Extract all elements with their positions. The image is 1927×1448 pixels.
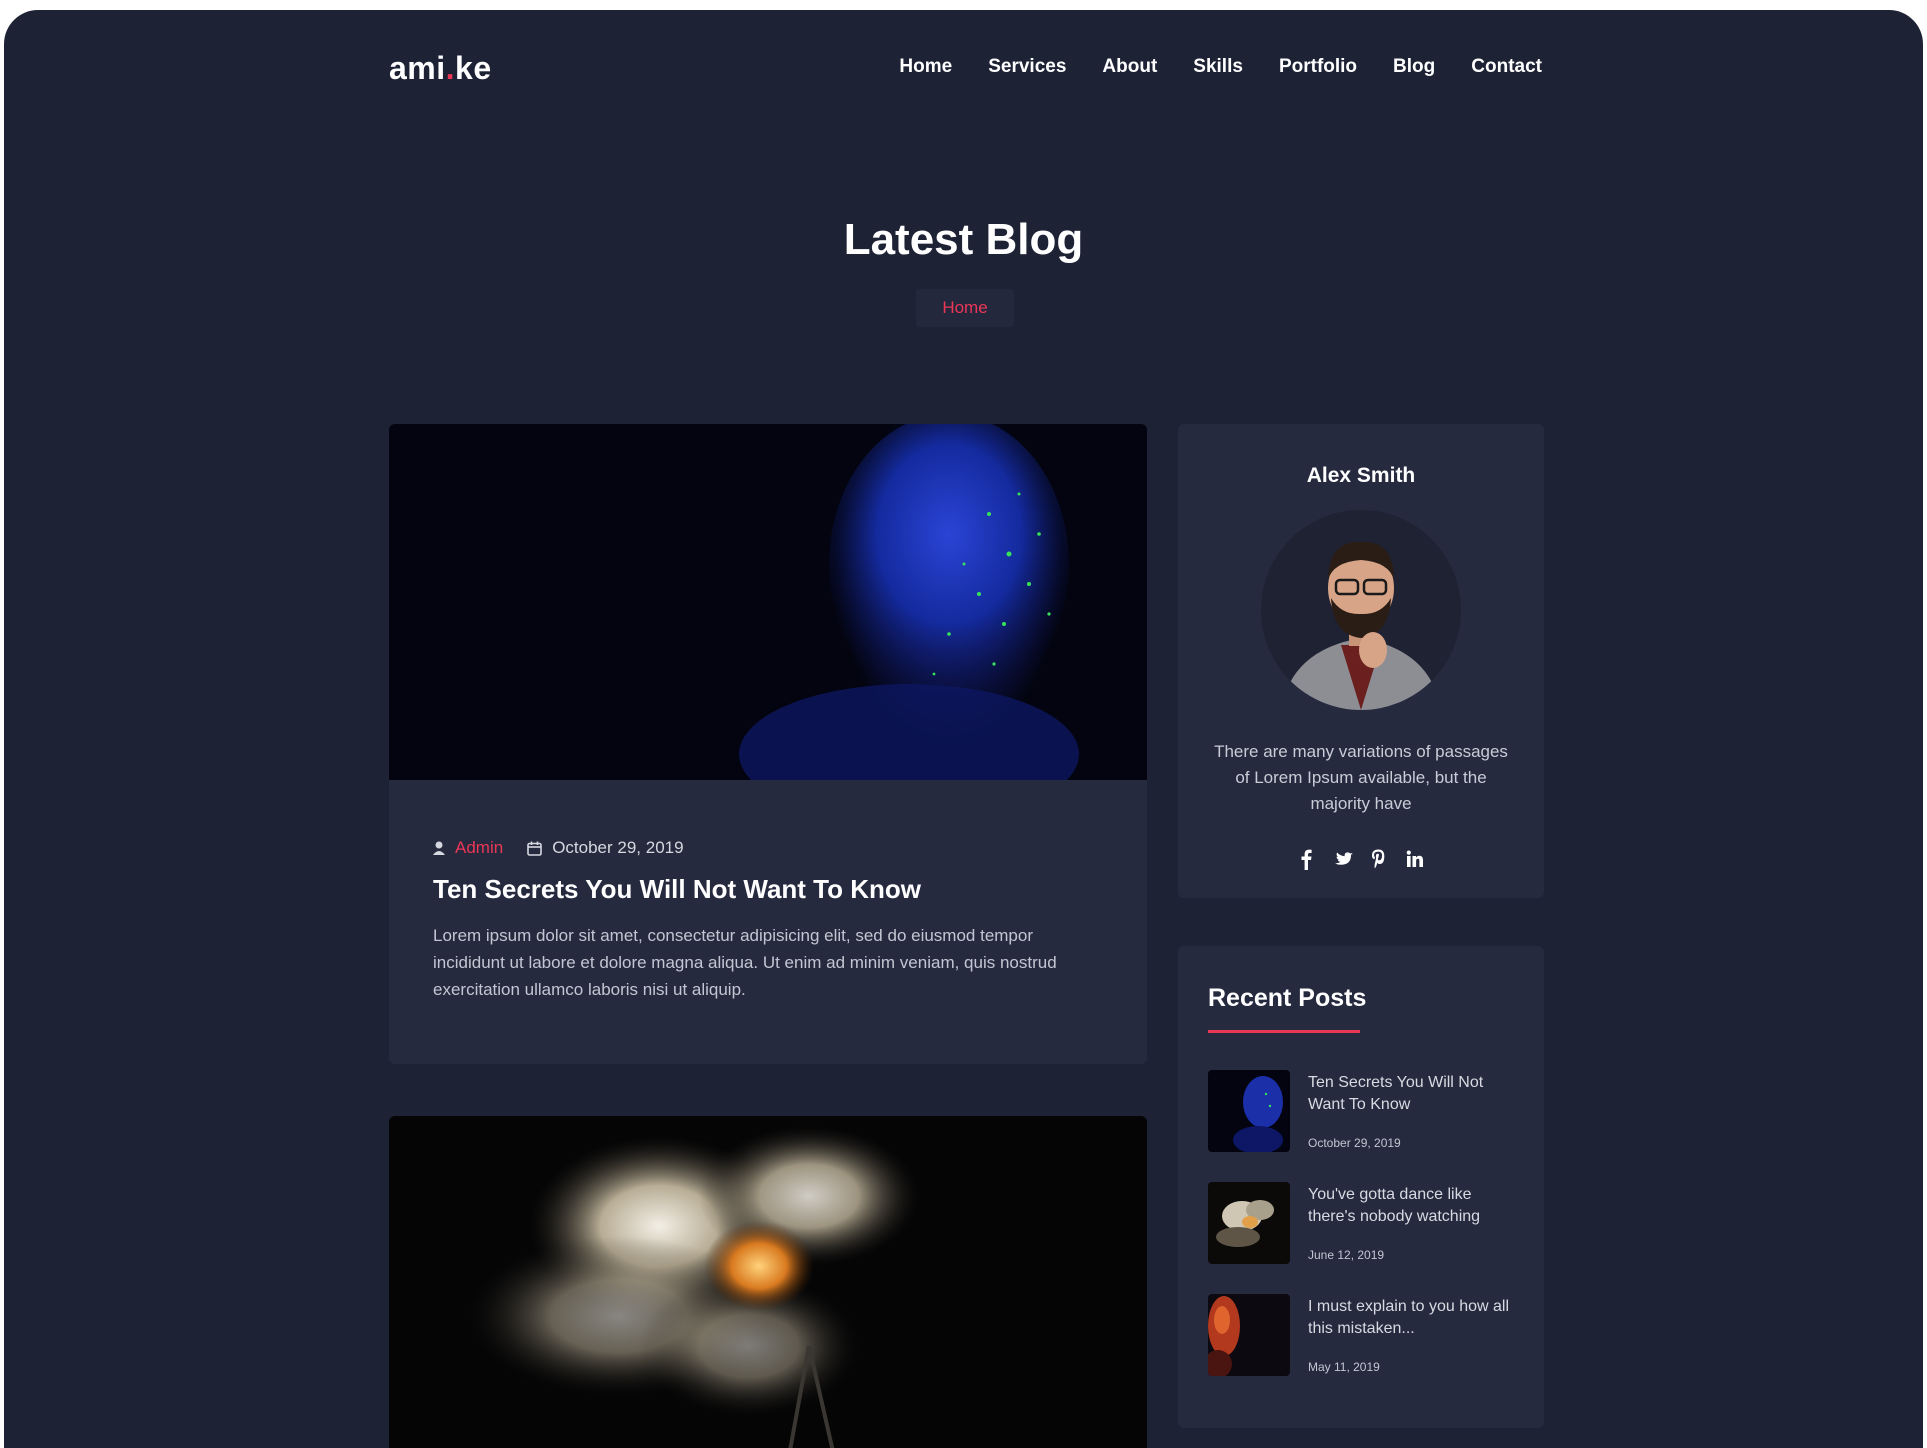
recent-post-title[interactable]: Ten Secrets You Will Not Want To Know: [1308, 1072, 1513, 1116]
recent-post-thumb: [1208, 1182, 1290, 1264]
social-links: [1178, 848, 1544, 870]
author-bio: There are many variations of passages of…: [1214, 742, 1508, 813]
post-image[interactable]: [389, 424, 1147, 780]
recent-post-item[interactable]: I must explain to you how all this mista…: [1208, 1294, 1528, 1376]
breadcrumb-home[interactable]: Home: [916, 289, 1014, 327]
logo-dot: .: [445, 50, 456, 86]
blog-post-card: Admin October 29, 2019 Ten Secrets You W…: [389, 424, 1147, 1064]
nav-portfolio[interactable]: Portfolio: [1279, 56, 1357, 78]
page-title: Latest Blog: [843, 215, 1084, 264]
author-widget: Alex Smith There are many variations of …: [1178, 424, 1544, 898]
recent-post-item[interactable]: You've gotta dance like there's nobody w…: [1208, 1182, 1528, 1264]
nav-about[interactable]: About: [1102, 56, 1157, 78]
logo-text-b: ke: [455, 50, 492, 86]
twitter-icon[interactable]: [1334, 848, 1353, 870]
post-title[interactable]: Ten Secrets You Will Not Want To Know: [433, 874, 921, 905]
post-meta: Admin October 29, 2019: [433, 838, 684, 858]
facebook-icon[interactable]: [1298, 848, 1316, 870]
post-image-2[interactable]: [389, 1116, 1147, 1448]
recent-posts-heading: Recent Posts: [1208, 984, 1367, 1012]
linkedin-icon[interactable]: [1406, 848, 1424, 870]
recent-post-date: May 11, 2019: [1308, 1360, 1380, 1374]
page-frame: ami.ke Home Services About Skills Portfo…: [4, 10, 1923, 1448]
user-icon: [433, 841, 445, 855]
avatar-image: [1261, 510, 1461, 710]
avatar: [1261, 510, 1461, 710]
site-logo[interactable]: ami.ke: [389, 50, 492, 87]
header: ami.ke Home Services About Skills Portfo…: [4, 10, 1923, 115]
author-name: Alex Smith: [1306, 464, 1416, 487]
nav-blog[interactable]: Blog: [1393, 56, 1435, 78]
heading-underline: [1208, 1030, 1360, 1033]
recent-post-thumb: [1208, 1294, 1290, 1376]
recent-post-item[interactable]: Ten Secrets You Will Not Want To Know Oc…: [1208, 1070, 1528, 1152]
recent-post-title[interactable]: I must explain to you how all this mista…: [1308, 1296, 1513, 1340]
blog-post-card-2: [389, 1116, 1147, 1448]
recent-posts-widget: Recent Posts Ten Secrets You Will Not Wa…: [1178, 946, 1544, 1428]
recent-post-date: June 12, 2019: [1308, 1248, 1385, 1262]
main-nav: Home Services About Skills Portfolio Blo…: [899, 56, 1542, 78]
recent-post-title[interactable]: You've gotta dance like there's nobody w…: [1308, 1184, 1513, 1228]
recent-post-thumb: [1208, 1070, 1290, 1152]
logo-text-a: ami: [389, 50, 446, 86]
pinterest-icon[interactable]: [1370, 848, 1388, 870]
nav-services[interactable]: Services: [988, 56, 1066, 78]
nav-contact[interactable]: Contact: [1471, 56, 1542, 78]
post-author[interactable]: Admin: [455, 838, 503, 858]
nav-home[interactable]: Home: [899, 56, 952, 78]
post-excerpt: Lorem ipsum dolor sit amet, consectetur …: [433, 926, 1057, 999]
post-image-art: [739, 424, 1079, 780]
nav-skills[interactable]: Skills: [1193, 56, 1243, 78]
recent-post-date: October 29, 2019: [1308, 1136, 1401, 1150]
calendar-icon: [527, 841, 542, 856]
post-date: October 29, 2019: [552, 838, 684, 857]
